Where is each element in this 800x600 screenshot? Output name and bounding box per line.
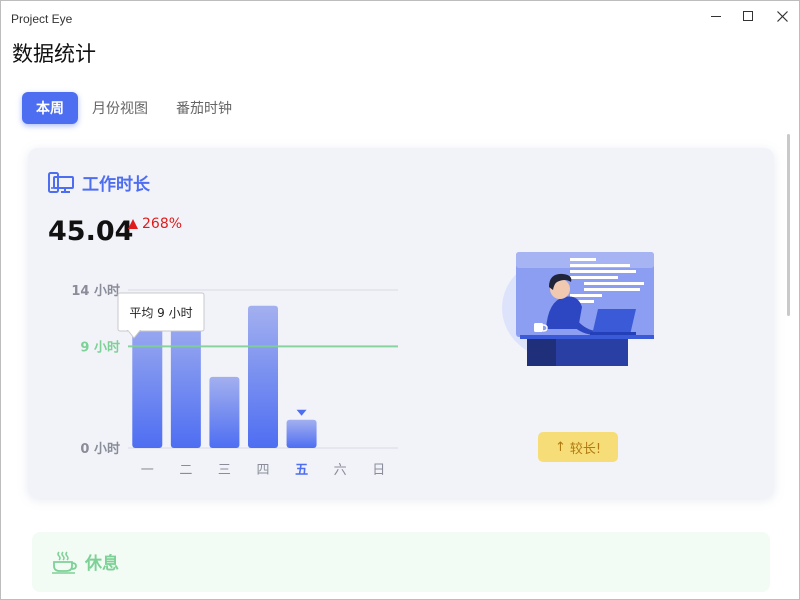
maximize-icon — [743, 11, 753, 21]
title-bar[interactable]: Project Eye — [1, 1, 799, 31]
close-icon — [776, 10, 788, 22]
total-work-hours: 45.04 — [48, 216, 134, 247]
maximize-button[interactable] — [734, 5, 762, 27]
y-tick-label: 0 小时 — [80, 441, 120, 457]
computer-monitor-icon — [48, 171, 74, 193]
x-tick-label: 二 — [179, 463, 192, 478]
badge-label: 较长! — [569, 441, 602, 457]
bar-2 — [209, 376, 240, 448]
average-tooltip-text: 平均 9 小时 — [129, 306, 192, 320]
rest-card-title: 休息 — [85, 554, 119, 574]
work-card-title: 工作时长 — [82, 175, 150, 195]
x-tick-label: 六 — [334, 463, 347, 478]
rest-card: 休息 — [32, 532, 770, 592]
x-tick-label: 五 — [295, 463, 308, 478]
tab-month-view[interactable]: 月份视图 — [78, 92, 162, 124]
x-tick-label: 三 — [218, 463, 231, 478]
y-tick-label: 9 小时 — [80, 339, 120, 355]
change-percent: 268% — [142, 216, 183, 232]
rest-card-header: 休息 — [51, 549, 119, 574]
tab-bar: 本周 月份视图 番茄时钟 — [22, 92, 246, 124]
x-tick-label: 四 — [256, 463, 269, 478]
coffee-cup-icon — [52, 550, 77, 574]
tab-pomodoro[interactable]: 番茄时钟 — [162, 92, 246, 124]
arrow-up-icon: ↑ — [554, 439, 566, 455]
y-tick-label: 14 小时 — [71, 283, 120, 299]
x-tick-label: 日 — [372, 463, 385, 478]
app-window: Project Eye 数据统计 本周 月份视图 番茄时钟 工作时长 45.04… — [0, 0, 800, 600]
triangle-up-icon — [128, 219, 138, 229]
bar-4 — [286, 419, 317, 448]
longer-badge: ↑ 较长! — [538, 432, 618, 462]
change-indicator: 268% — [128, 216, 182, 232]
tab-this-week[interactable]: 本周 — [22, 92, 78, 124]
app-title: Project Eye — [11, 12, 73, 26]
minimize-icon — [711, 15, 721, 17]
minimize-button[interactable] — [702, 5, 730, 27]
close-button[interactable] — [768, 5, 796, 27]
bar-3 — [248, 305, 278, 448]
work-duration-card: 工作时长 45.04 268% 14 小时 9 小时 0 小时一 二 三 四 五 六 日 平均 … — [28, 148, 774, 498]
weekly-work-bar-chart: 14 小时 9 小时 0 小时一 二 三 四 五 六 日 平均 9 小时 — [71, 283, 398, 478]
x-tick-label: 一 — [141, 463, 154, 478]
page-title: 数据统计 — [12, 42, 96, 66]
work-card-header: 工作时长 — [48, 170, 150, 195]
current-day-marker — [296, 409, 307, 416]
scrollbar[interactable] — [787, 134, 790, 316]
person-working-illustration — [502, 252, 654, 366]
